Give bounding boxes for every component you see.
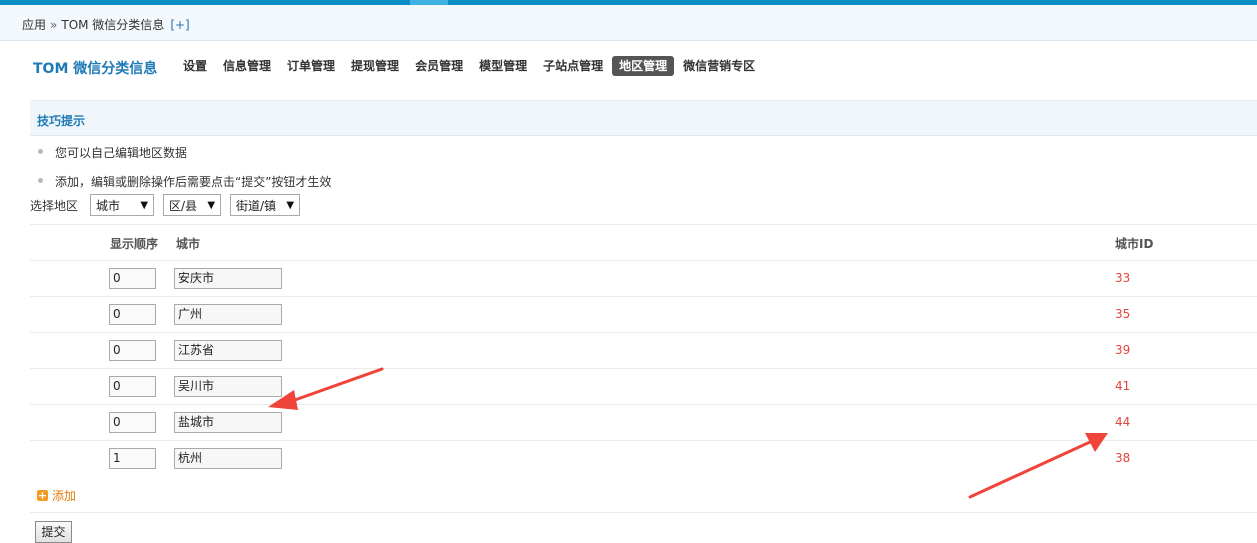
nav-tab[interactable]: 地区管理 bbox=[612, 56, 675, 76]
annotation-arrow-right bbox=[968, 433, 1108, 499]
col-header-order: 显示顺序 bbox=[110, 237, 159, 251]
nav-tab[interactable]: 模型管理 bbox=[472, 56, 534, 76]
col-header-city-id: 城市ID bbox=[1115, 237, 1154, 251]
row-divider bbox=[30, 440, 1257, 441]
tip-text: 您可以自己编辑地区数据 bbox=[55, 146, 188, 160]
breadcrumb-bar: 应用 » TOM 微信分类信息 [+] bbox=[0, 5, 1257, 41]
add-region-label: 添加 bbox=[52, 489, 77, 503]
city-id-value: 35 bbox=[1115, 307, 1131, 321]
annotation-arrow-shaft bbox=[968, 440, 1092, 499]
display-order-input[interactable]: 0 bbox=[109, 268, 156, 289]
chevron-down-icon: ▼ bbox=[207, 199, 216, 211]
city-id-value: 41 bbox=[1115, 379, 1131, 393]
city-select-value: 城市 bbox=[96, 198, 121, 213]
submit-button[interactable]: 提交 bbox=[35, 521, 72, 543]
region-filter: 选择地区 城市 ▼ 区/县 ▼ 街道/镇 ▼ bbox=[30, 193, 309, 217]
plus-icon: + bbox=[37, 489, 48, 502]
nav-tab[interactable]: 设置 bbox=[176, 56, 214, 76]
city-name-input[interactable]: 杭州 bbox=[174, 448, 282, 469]
tips-title: 技巧提示 bbox=[37, 114, 86, 128]
tip-item: 您可以自己编辑地区数据 bbox=[38, 144, 187, 161]
breadcrumb-separator: » bbox=[50, 18, 58, 32]
plugin-nav: 设置 信息管理 订单管理 提现管理 会员管理 模型管理 子站点管理 地区管理 微信营销专区 bbox=[176, 56, 764, 76]
row-divider bbox=[30, 368, 1257, 369]
nav-tab[interactable]: 订单管理 bbox=[280, 56, 342, 76]
bullet-dot-icon bbox=[38, 149, 43, 154]
display-order-input[interactable]: 0 bbox=[109, 340, 156, 361]
annotation-arrow-head bbox=[1085, 433, 1108, 452]
region-filter-label: 选择地区 bbox=[30, 198, 79, 213]
nav-tab[interactable]: 信息管理 bbox=[216, 56, 278, 76]
nav-tab[interactable]: 子站点管理 bbox=[536, 56, 610, 76]
table-divider bbox=[30, 260, 1257, 261]
table-divider bbox=[30, 224, 1257, 225]
col-header-city: 城市 bbox=[176, 237, 201, 251]
city-name-input[interactable]: 江苏省 bbox=[174, 340, 282, 361]
tip-item: 添加，编辑或删除操作后需要点击“提交”按钮才生效 bbox=[38, 173, 331, 190]
breadcrumb: 应用 » TOM 微信分类信息 [+] bbox=[22, 16, 190, 33]
display-order-input[interactable]: 1 bbox=[109, 448, 156, 469]
city-id-value: 39 bbox=[1115, 343, 1131, 357]
nav-tab[interactable]: 会员管理 bbox=[408, 56, 470, 76]
add-region-link[interactable]: + 添加 bbox=[37, 487, 76, 504]
breadcrumb-root[interactable]: 应用 bbox=[22, 18, 46, 32]
city-name-input[interactable]: 广州 bbox=[174, 304, 282, 325]
city-select[interactable]: 城市 ▼ bbox=[90, 194, 155, 216]
display-order-input[interactable]: 0 bbox=[109, 304, 156, 325]
city-name-input[interactable]: 安庆市 bbox=[174, 268, 282, 289]
row-divider bbox=[30, 332, 1257, 333]
plugin-title: TOM 微信分类信息 bbox=[33, 61, 158, 77]
nav-tab[interactable]: 微信营销专区 bbox=[676, 56, 762, 76]
district-select[interactable]: 区/县 ▼ bbox=[163, 194, 222, 216]
bullet-dot-icon bbox=[38, 178, 43, 183]
street-select-value: 街道/镇 bbox=[236, 198, 277, 213]
city-name-input[interactable]: 盐城市 bbox=[174, 412, 282, 433]
breadcrumb-add-link[interactable]: [+] bbox=[170, 18, 189, 32]
chevron-down-icon: ▼ bbox=[286, 199, 295, 211]
breadcrumb-current[interactable]: TOM 微信分类信息 bbox=[61, 18, 164, 32]
city-id-value: 38 bbox=[1115, 451, 1131, 465]
city-id-value: 44 bbox=[1115, 415, 1131, 429]
street-select[interactable]: 街道/镇 ▼ bbox=[230, 194, 301, 216]
plugin-header: TOM 微信分类信息 设置 信息管理 订单管理 提现管理 会员管理 模型管理 子站点管理 地区… bbox=[0, 41, 1257, 99]
display-order-input[interactable]: 0 bbox=[109, 412, 156, 433]
display-order-input[interactable]: 0 bbox=[109, 376, 156, 397]
nav-tab[interactable]: 提现管理 bbox=[344, 56, 406, 76]
chevron-down-icon: ▼ bbox=[140, 199, 149, 211]
table-divider bbox=[30, 512, 1257, 513]
row-divider bbox=[30, 404, 1257, 405]
annotation-arrow-shaft bbox=[290, 367, 384, 403]
city-id-value: 33 bbox=[1115, 271, 1131, 285]
city-name-input[interactable]: 吴川市 bbox=[174, 376, 282, 397]
tips-header: 技巧提示 bbox=[30, 100, 1257, 136]
district-select-value: 区/县 bbox=[169, 198, 198, 213]
row-divider bbox=[30, 296, 1257, 297]
tip-text: 添加，编辑或删除操作后需要点击“提交”按钮才生效 bbox=[55, 175, 332, 189]
